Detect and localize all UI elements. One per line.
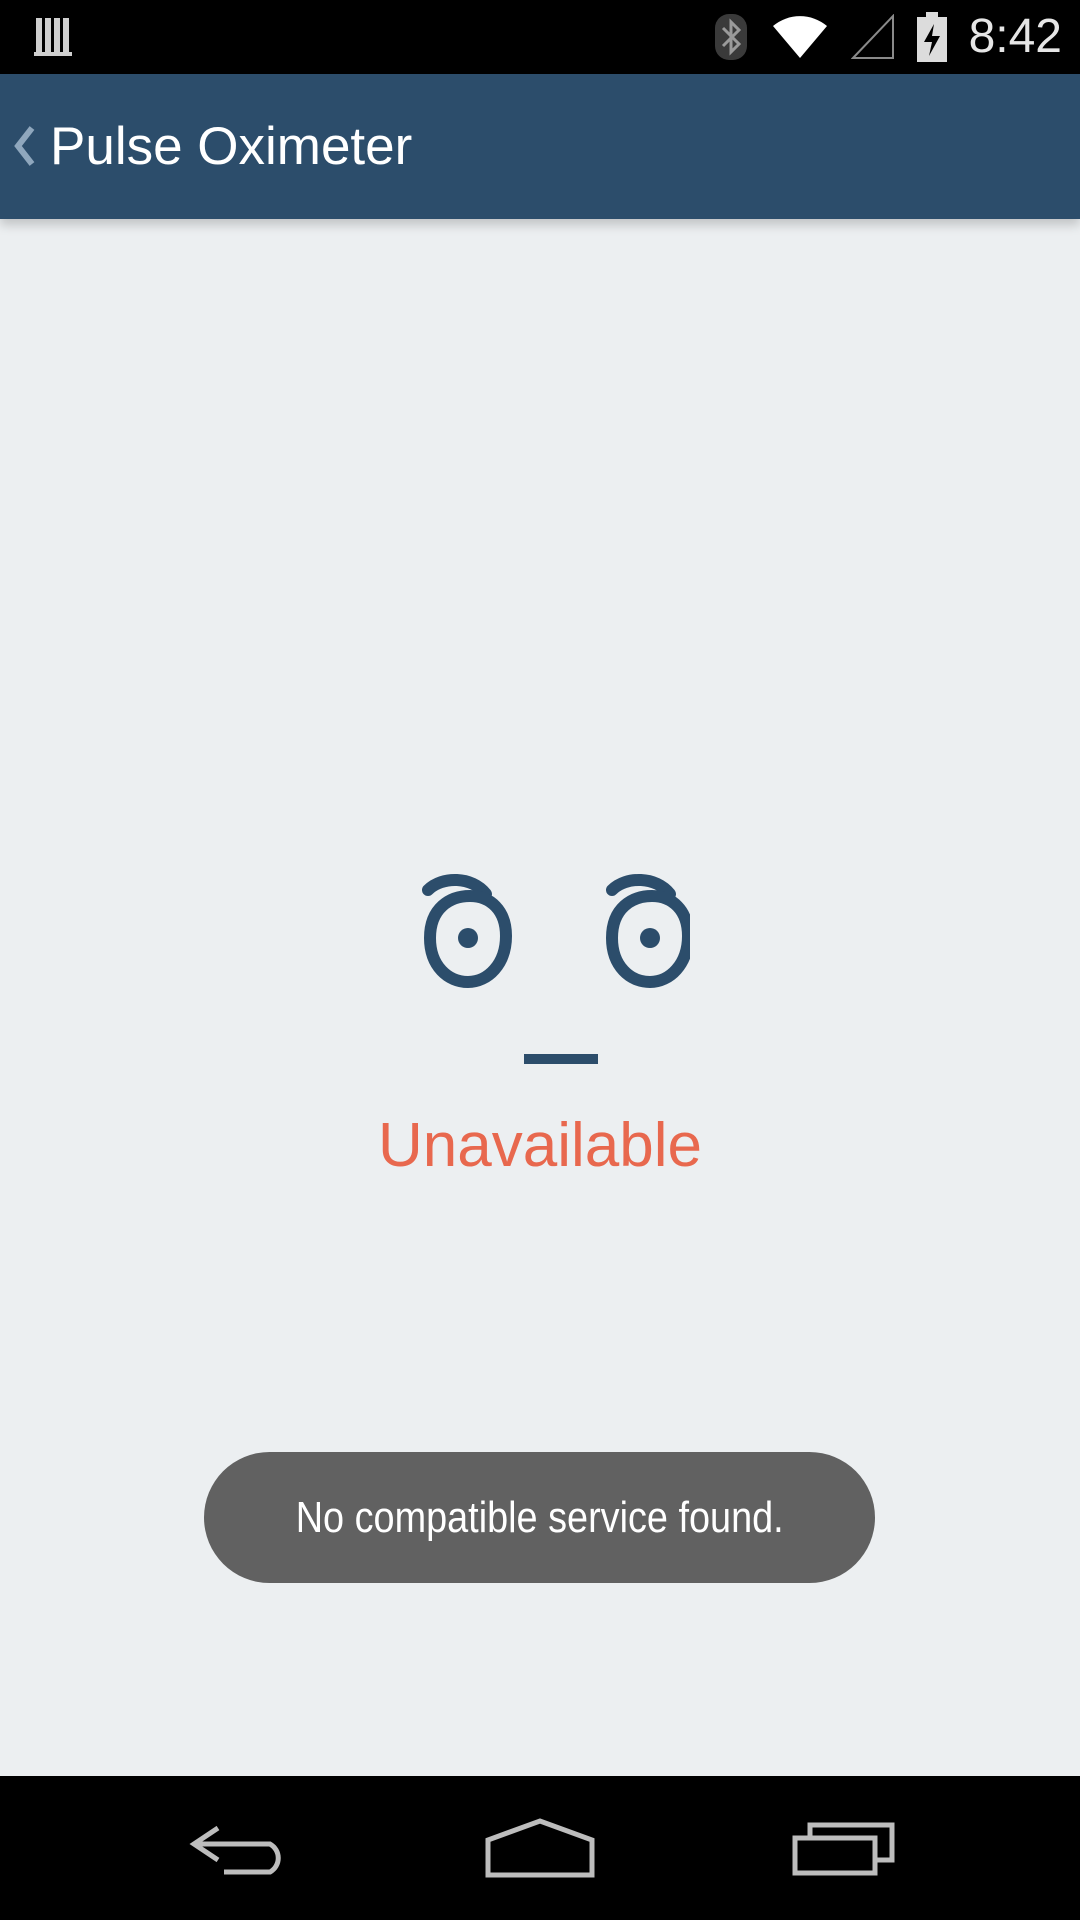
unavailable-face-icon	[0, 868, 1080, 1073]
status-label: Unavailable	[378, 1111, 702, 1180]
screen: 8:42 Pulse Oximeter Unavailable No compa…	[0, 0, 1080, 1920]
signal-icon	[850, 14, 894, 59]
toast-message: No compatible service found.	[295, 1492, 784, 1542]
bluetooth-icon	[714, 14, 747, 60]
chevron-left-icon[interactable]	[10, 120, 38, 172]
battery-charging-icon	[916, 12, 947, 62]
nav-back-button[interactable]	[140, 1776, 340, 1920]
status-bar: 8:42	[0, 0, 1080, 74]
wifi-icon	[772, 16, 827, 58]
nav-recents-button[interactable]	[744, 1776, 944, 1920]
home-icon	[485, 1818, 595, 1878]
nav-home-button[interactable]	[440, 1776, 640, 1920]
recents-icon	[792, 1822, 895, 1876]
notification-icon	[34, 18, 72, 56]
toast: No compatible service found.	[204, 1452, 875, 1583]
back-icon	[189, 1825, 281, 1875]
status-icons: 8:42	[713, 0, 1062, 74]
clock: 8:42	[968, 10, 1062, 63]
navigation-bar	[0, 1776, 1080, 1920]
app-bar: Pulse Oximeter	[0, 74, 1080, 219]
page-title[interactable]: Pulse Oximeter	[50, 74, 412, 219]
